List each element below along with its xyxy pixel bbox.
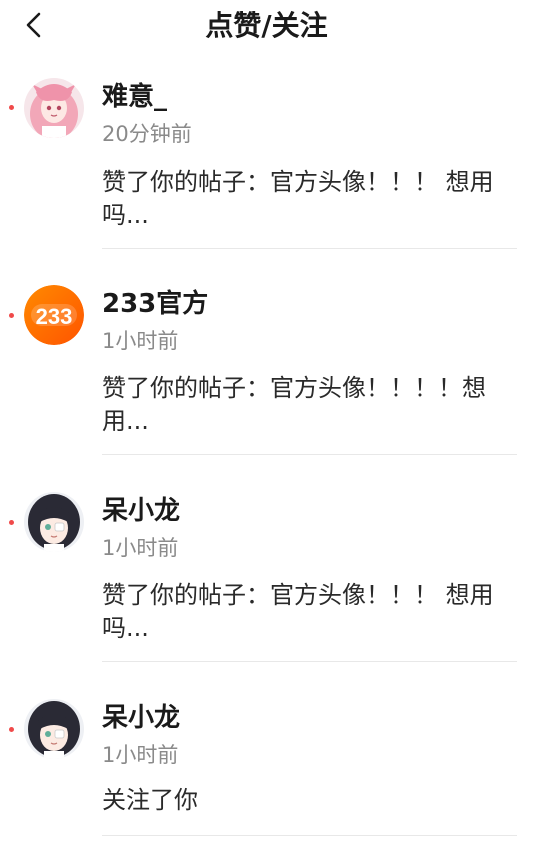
user-avatar[interactable]: 233	[24, 285, 84, 345]
username[interactable]: 难意_	[102, 80, 167, 114]
unread-dot	[9, 520, 14, 525]
unread-dot	[9, 105, 14, 110]
notification-text[interactable]: 赞了你的帖子：官方头像！！！！想用...	[102, 372, 516, 438]
notification-item[interactable]: 难意_ 20分钟前 赞了你的帖子：官方头像！！！ 想用吗...	[0, 0, 533, 250]
dark-hair-anime-girl-avatar	[24, 492, 84, 552]
divider	[102, 248, 517, 249]
divider	[102, 454, 517, 455]
timestamp: 1小时前	[102, 536, 179, 560]
notification-item[interactable]: 呆小龙 1小时前 关注了你	[0, 663, 533, 843]
timestamp: 1小时前	[102, 329, 179, 353]
notification-text[interactable]: 关注了你	[102, 784, 516, 817]
timestamp: 20分钟前	[102, 122, 192, 146]
user-avatar[interactable]	[24, 492, 84, 552]
dark-hair-anime-girl-avatar	[24, 699, 84, 759]
notification-text[interactable]: 赞了你的帖子：官方头像！！！ 想用吗...	[102, 579, 516, 645]
pink-anime-girl-avatar	[24, 78, 84, 138]
user-avatar[interactable]	[24, 699, 84, 759]
logo-text: 233	[36, 304, 73, 329]
username[interactable]: 233官方	[102, 287, 208, 321]
notification-item[interactable]: 233 233官方 1小时前 赞了你的帖子：官方头像！！！！想用...	[0, 250, 533, 456]
notification-text[interactable]: 赞了你的帖子：官方头像！！！ 想用吗...	[102, 166, 516, 232]
unread-dot	[9, 727, 14, 732]
divider	[102, 661, 517, 662]
233-logo-avatar: 233	[24, 285, 84, 345]
divider	[102, 835, 517, 836]
timestamp: 1小时前	[102, 743, 179, 767]
user-avatar[interactable]	[24, 78, 84, 138]
unread-dot	[9, 313, 14, 318]
notification-item[interactable]: 呆小龙 1小时前 赞了你的帖子：官方头像！！！ 想用吗...	[0, 456, 533, 663]
username[interactable]: 呆小龙	[102, 701, 180, 735]
username[interactable]: 呆小龙	[102, 494, 180, 528]
